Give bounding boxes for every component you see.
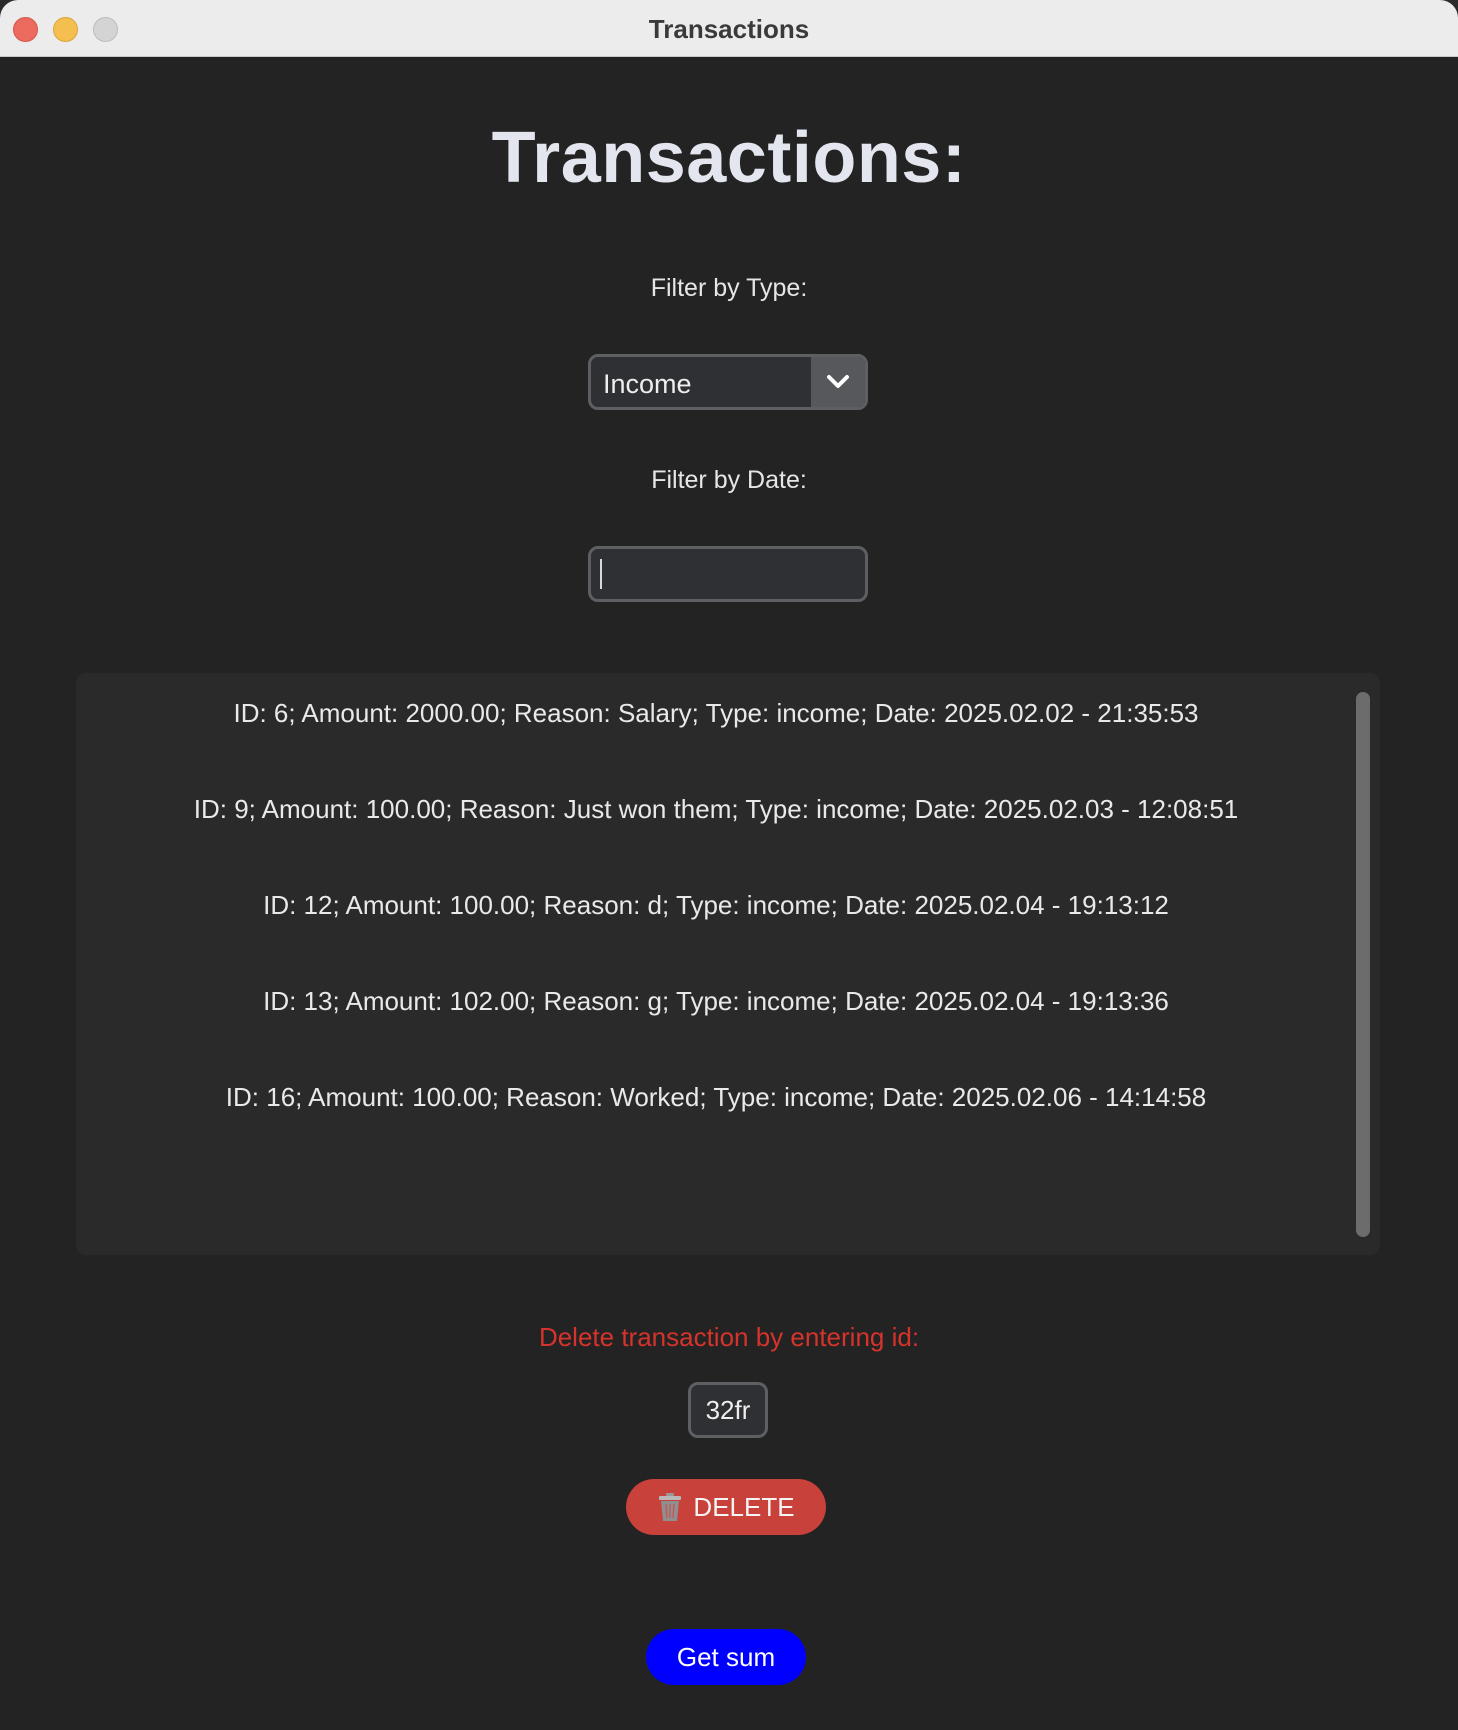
app-window: Transactions Transactions: Filter by Typ…: [0, 0, 1458, 1730]
list-item[interactable]: ID: 9; Amount: 100.00; Reason: Just won …: [76, 794, 1356, 825]
list-item[interactable]: ID: 6; Amount: 2000.00; Reason: Salary; …: [76, 698, 1356, 729]
delete-button-label: DELETE: [693, 1491, 795, 1522]
page-title: Transactions:: [491, 118, 967, 198]
transactions-list[interactable]: ID: 6; Amount: 2000.00; Reason: Salary; …: [76, 673, 1380, 1255]
delete-label: Delete transaction by entering id:: [538, 1322, 920, 1352]
delete-id-input[interactable]: [688, 1382, 768, 1438]
main-content: Transactions: Filter by Type: Income Fil…: [0, 57, 1458, 1730]
list-item[interactable]: ID: 12; Amount: 100.00; Reason: d; Type:…: [76, 890, 1356, 921]
chevron-down-icon[interactable]: [811, 357, 865, 407]
type-filter-value: Income: [603, 369, 692, 399]
type-filter-select[interactable]: Income: [588, 354, 868, 410]
list-scrollbar[interactable]: [1356, 692, 1370, 1237]
filter-type-label: Filter by Type:: [650, 274, 808, 302]
list-item[interactable]: ID: 16; Amount: 100.00; Reason: Worked; …: [76, 1082, 1356, 1113]
list-item[interactable]: ID: 13; Amount: 102.00; Reason: g; Type:…: [76, 986, 1356, 1017]
delete-button[interactable]: DELETE: [626, 1479, 826, 1535]
date-filter-input[interactable]: [588, 546, 868, 602]
window-title: Transactions: [648, 14, 810, 44]
get-sum-button[interactable]: Get sum: [646, 1629, 806, 1685]
trash-icon: [657, 1492, 683, 1522]
filter-date-label: Filter by Date:: [651, 466, 807, 494]
text-caret: [600, 559, 602, 589]
title-bar: Transactions: [0, 0, 1458, 57]
